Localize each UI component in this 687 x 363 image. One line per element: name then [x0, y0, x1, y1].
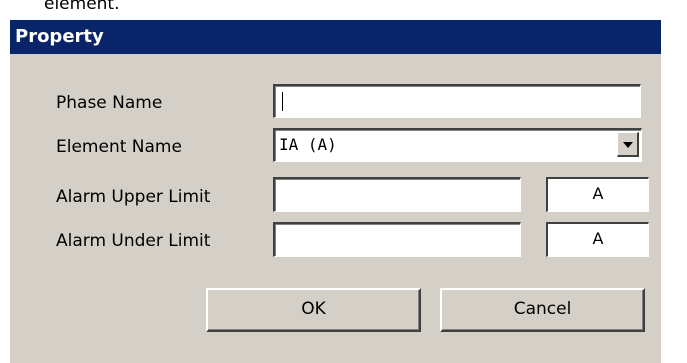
phase-name-label: Phase Name [56, 93, 163, 113]
property-dialog: Property Phase Name Element Name IA (A) … [8, 18, 661, 363]
element-name-value: IA (A) [279, 135, 337, 154]
element-name-select[interactable]: IA (A) [273, 128, 642, 162]
chevron-down-icon [623, 142, 633, 148]
alarm-under-limit-input[interactable] [273, 222, 521, 257]
dialog-title: Property [10, 20, 661, 54]
alarm-upper-limit-label: Alarm Upper Limit [56, 187, 211, 207]
alarm-under-limit-label: Alarm Under Limit [56, 231, 211, 251]
background-text-fragment: element. [44, 0, 120, 14]
text-caret [282, 92, 283, 111]
alarm-upper-limit-input[interactable] [273, 177, 521, 212]
alarm-under-unit: A [546, 222, 649, 257]
element-name-label: Element Name [56, 137, 182, 157]
alarm-upper-unit: A [546, 177, 649, 212]
dropdown-button[interactable] [617, 132, 639, 157]
cancel-button[interactable]: Cancel [440, 288, 645, 332]
ok-button[interactable]: OK [206, 288, 421, 332]
phase-name-input[interactable] [273, 84, 641, 118]
